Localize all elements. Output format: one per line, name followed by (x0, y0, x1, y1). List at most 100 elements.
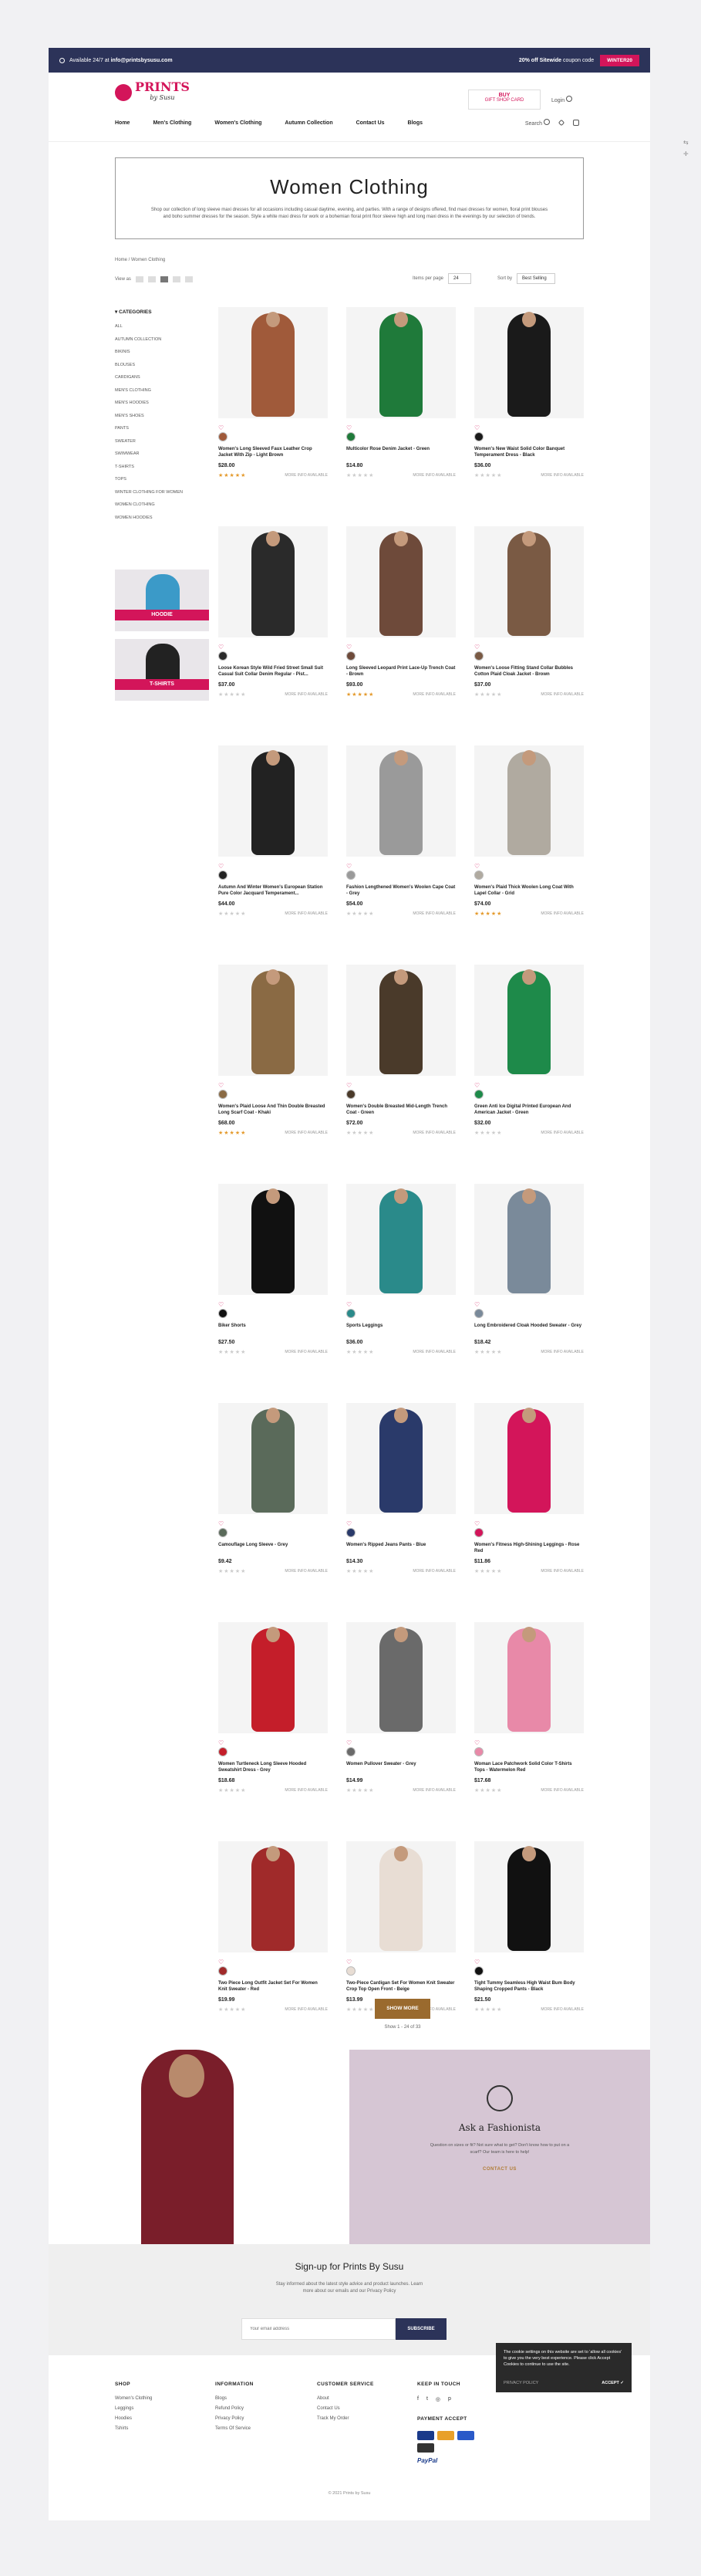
product-image[interactable] (474, 1841, 584, 1952)
product-image[interactable] (346, 526, 456, 637)
product-card[interactable]: ♡ Tight Tummy Seamless High Waist Bum Bod… (474, 1841, 584, 2048)
product-image[interactable] (346, 745, 456, 857)
product-name[interactable]: Women Turtleneck Long Sleeve Hooded Swea… (218, 1761, 328, 1773)
wishlist-heart-icon[interactable]: ♡ (218, 863, 224, 870)
product-name[interactable]: Fashion Lengthened Women's Woolen Cape C… (346, 884, 456, 897)
color-swatch[interactable] (346, 1090, 356, 1099)
wishlist-heart-icon[interactable]: ♡ (346, 644, 352, 651)
site-logo[interactable]: PRINTS by Susu (115, 81, 190, 103)
product-card[interactable]: ♡ Women's Plaid Loose And Thin Double Bre… (218, 965, 328, 1171)
product-name[interactable]: Multicolor Rose Denim Jacket - Green (346, 446, 456, 452)
pinterest-icon[interactable]: p (448, 2396, 451, 2402)
product-image[interactable] (218, 1403, 328, 1514)
contact-email[interactable]: info@printsbysusu.com (111, 58, 173, 63)
wishlist-heart-icon[interactable]: ♡ (346, 1959, 352, 1966)
wishlist-icon[interactable] (558, 119, 565, 127)
product-card[interactable]: ♡ Women Turtleneck Long Sleeve Hooded Swe… (218, 1622, 328, 1829)
items-per-page-select[interactable]: 24 (448, 273, 472, 284)
wishlist-heart-icon[interactable]: ♡ (474, 1301, 480, 1308)
category-item[interactable]: WOMEN CLOTHING (115, 502, 209, 516)
color-swatch[interactable] (218, 870, 227, 880)
product-name[interactable]: Women's Fitness High-Shining Leggings - … (474, 1542, 584, 1554)
product-card[interactable]: ♡ Women's Fitness High-Shining Leggings -… (474, 1403, 584, 1610)
color-swatch[interactable] (474, 1528, 484, 1537)
category-item[interactable]: SWEATER (115, 439, 209, 452)
product-name[interactable]: Two-Piece Cardigan Set For Women Knit Sw… (346, 1980, 456, 1993)
footer-link[interactable]: Leggings (115, 2406, 152, 2416)
wishlist-heart-icon[interactable]: ♡ (218, 1301, 224, 1308)
more-info-link[interactable]: MORE INFO AVAILABLE (413, 1569, 456, 1574)
more-info-link[interactable]: MORE INFO AVAILABLE (285, 692, 328, 697)
more-info-link[interactable]: MORE INFO AVAILABLE (541, 2007, 584, 2012)
product-image[interactable] (346, 1841, 456, 1952)
more-info-link[interactable]: MORE INFO AVAILABLE (541, 1350, 584, 1354)
category-item[interactable]: SWIMWEAR (115, 451, 209, 465)
product-card[interactable]: ♡ Sports Leggings $36.00 ★★★★★ MORE INFO AVA… (346, 1184, 456, 1391)
wishlist-heart-icon[interactable]: ♡ (474, 424, 480, 431)
product-image[interactable] (346, 1403, 456, 1514)
breadcrumb[interactable]: Home / Women Clothing (115, 258, 165, 262)
product-image[interactable] (218, 745, 328, 857)
buy-gift-card-button[interactable]: BUY GIFT SHOP CARD (468, 90, 541, 110)
nav-autumn-collection[interactable]: Autumn Collection (285, 120, 332, 126)
footer-link[interactable]: Refund Policy (215, 2406, 254, 2416)
product-name[interactable]: Sports Leggings (346, 1323, 456, 1329)
product-image[interactable] (218, 1184, 328, 1295)
color-swatch[interactable] (346, 432, 356, 441)
product-name[interactable]: Women's Long Sleeved Faux Leather Crop J… (218, 446, 328, 458)
wishlist-heart-icon[interactable]: ♡ (474, 1082, 480, 1089)
more-info-link[interactable]: MORE INFO AVAILABLE (541, 1569, 584, 1574)
product-card[interactable]: ♡ Biker Shorts $27.50 ★★★★★ MORE INFO AVAILA… (218, 1184, 328, 1391)
nav-womens-clothing[interactable]: Women's Clothing (214, 120, 261, 126)
wishlist-heart-icon[interactable]: ♡ (474, 1520, 480, 1527)
grid-3-view-icon[interactable] (160, 276, 168, 282)
product-name[interactable]: Loose Korean Style Wild Fried Street Sma… (218, 665, 328, 678)
product-card[interactable]: ♡ Women's Ripped Jeans Pants - Blue $14.30… (346, 1403, 456, 1610)
wishlist-heart-icon[interactable]: ♡ (346, 424, 352, 431)
grid-2-view-icon[interactable] (147, 276, 156, 282)
product-image[interactable] (474, 1403, 584, 1514)
product-image[interactable] (474, 1184, 584, 1295)
more-info-link[interactable]: MORE INFO AVAILABLE (285, 473, 328, 478)
facebook-icon[interactable]: f (417, 2396, 419, 2402)
more-info-link[interactable]: MORE INFO AVAILABLE (541, 1788, 584, 1793)
color-swatch[interactable] (346, 1747, 356, 1756)
wishlist-heart-icon[interactable]: ♡ (346, 863, 352, 870)
more-info-link[interactable]: MORE INFO AVAILABLE (285, 911, 328, 916)
wishlist-heart-icon[interactable]: ♡ (474, 644, 480, 651)
more-info-link[interactable]: MORE INFO AVAILABLE (413, 692, 456, 697)
subscribe-button[interactable]: SUBSCRIBE (396, 2318, 447, 2340)
color-swatch[interactable] (474, 651, 484, 661)
product-name[interactable]: Long Sleeved Leopard Print Lace-Up Trenc… (346, 665, 456, 678)
product-name[interactable]: Women's Plaid Loose And Thin Double Brea… (218, 1104, 328, 1116)
color-swatch[interactable] (218, 1966, 227, 1976)
product-card[interactable]: ♡ Women Pullover Sweater - Grey $14.99 ★★★★… (346, 1622, 456, 1829)
product-image[interactable] (346, 1184, 456, 1295)
product-card[interactable]: ♡ Green Anti Ice Digital Printed European… (474, 965, 584, 1171)
categories-title[interactable]: ▾ CATEGORIES (115, 309, 209, 315)
color-swatch[interactable] (218, 1309, 227, 1318)
color-swatch[interactable] (474, 432, 484, 441)
color-swatch[interactable] (218, 1528, 227, 1537)
product-card[interactable]: ♡ Women's Double Breasted Mid-Length Tren… (346, 965, 456, 1171)
product-image[interactable] (474, 1622, 584, 1733)
color-swatch[interactable] (474, 1747, 484, 1756)
wishlist-heart-icon[interactable]: ♡ (346, 1520, 352, 1527)
more-info-link[interactable]: MORE INFO AVAILABLE (413, 1131, 456, 1135)
footer-link[interactable]: Contact Us (317, 2406, 374, 2416)
wishlist-heart-icon[interactable]: ♡ (218, 1959, 224, 1966)
product-card[interactable]: ♡ Long Embroidered Cloak Hooded Sweater -… (474, 1184, 584, 1391)
product-name[interactable]: Women Pullover Sweater - Grey (346, 1761, 456, 1767)
tshirts-promo[interactable]: T-SHIRTS (115, 639, 209, 701)
category-item[interactable]: MEN'S SHOES (115, 414, 209, 427)
more-info-link[interactable]: MORE INFO AVAILABLE (285, 1569, 328, 1574)
product-card[interactable]: ♡ Women's New Waist Solid Color Banquet T… (474, 307, 584, 514)
email-input[interactable] (241, 2318, 396, 2340)
product-name[interactable]: Two Piece Long Outfit Jacket Set For Wom… (218, 1980, 328, 1993)
category-item[interactable]: ALL (115, 324, 209, 337)
wishlist-heart-icon[interactable]: ♡ (474, 1959, 480, 1966)
color-swatch[interactable] (474, 1090, 484, 1099)
category-item[interactable]: MEN'S HOODIES (115, 401, 209, 414)
nav-blogs[interactable]: Blogs (408, 120, 423, 126)
category-item[interactable]: AUTUMN COLLECTION (115, 337, 209, 350)
